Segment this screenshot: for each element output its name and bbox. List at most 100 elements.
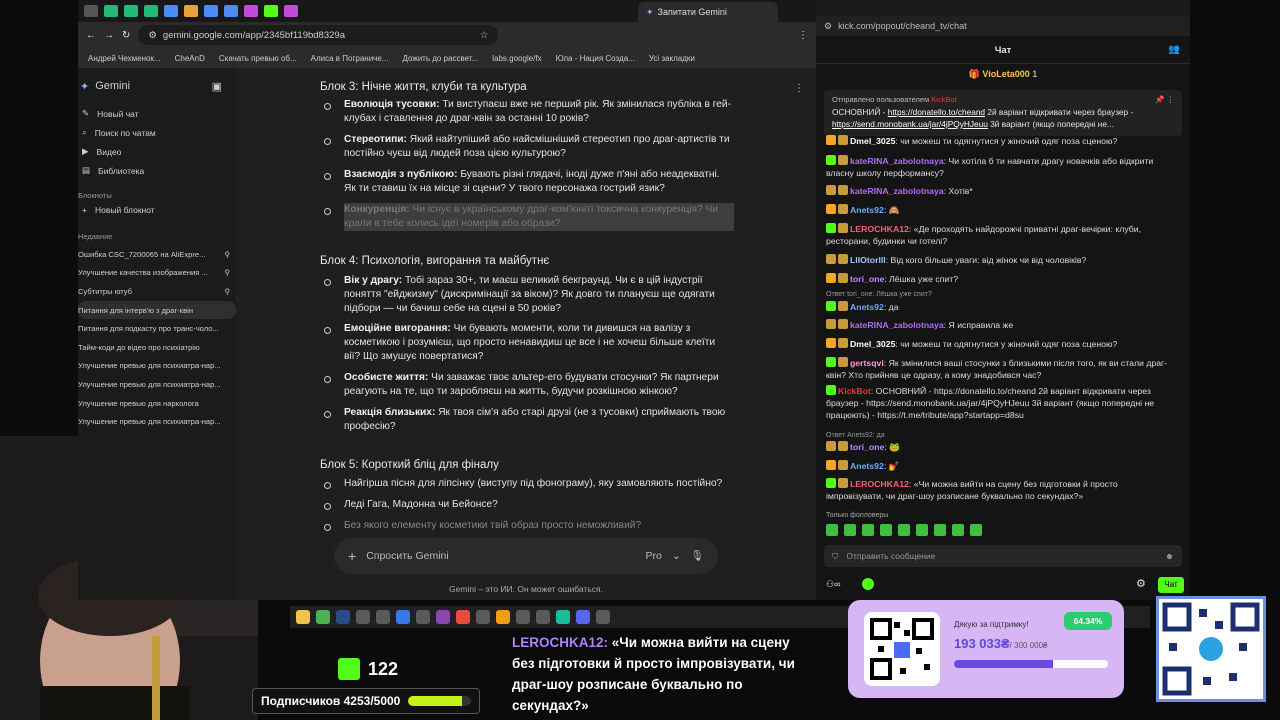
recent-chat[interactable]: Улучшение превью для нарколога [78, 394, 236, 413]
tab-icon[interactable] [184, 5, 198, 17]
vlc-icon[interactable] [496, 610, 510, 624]
bookmark-item-all[interactable]: Усі закладки [649, 54, 695, 63]
app-icon[interactable] [356, 610, 370, 624]
tab-icon[interactable] [144, 5, 158, 17]
app-icon[interactable] [396, 610, 410, 624]
app-icon[interactable] [556, 610, 570, 624]
back-icon[interactable]: ← [86, 30, 96, 41]
tab-icon[interactable] [204, 5, 218, 17]
recent-chat[interactable]: Улучшение превью для психиатра-нар... [78, 357, 236, 376]
chat-username[interactable]: Dmel_3025 [850, 339, 895, 349]
tab-icon[interactable] [284, 5, 298, 17]
emote-icon[interactable] [826, 524, 838, 536]
donate-link[interactable]: https://donatello.to/cheand [888, 107, 985, 117]
app-icon[interactable] [436, 610, 450, 624]
recent-chat[interactable]: Тайм-коди до відео про психіатрію [78, 338, 236, 357]
tab-icon[interactable] [164, 5, 178, 17]
reply-reference[interactable]: Ответ tori_one: Лёшка уже спит? [826, 289, 1176, 301]
nav-library[interactable]: ▤ Библиотека [78, 161, 236, 180]
app-icon[interactable] [416, 610, 430, 624]
chevron-down-icon[interactable]: ⌄ [672, 549, 681, 563]
photoshop-icon[interactable] [336, 610, 350, 624]
plus-icon[interactable]: + [348, 549, 356, 563]
emote-icon[interactable] [934, 524, 946, 536]
chat-username[interactable]: Dmel_3025 [850, 136, 895, 146]
chat-username[interactable]: gertsqvi [850, 358, 884, 368]
tab-icon[interactable] [264, 5, 278, 17]
tab-icon[interactable] [244, 5, 258, 17]
recent-chat[interactable]: Субтитры ютуб ⚲ [78, 282, 236, 301]
chat-send-button[interactable]: Чат [1158, 577, 1184, 593]
recent-chat-selected[interactable]: Питання для інтерв'ю з драг-квін [78, 300, 236, 320]
emote-icon[interactable] [898, 524, 910, 536]
steam-icon[interactable] [596, 610, 610, 624]
recent-chat[interactable]: Улучшение превью для психиатра-нар... [78, 412, 236, 431]
bookmark-star-icon[interactable]: ☆ [480, 30, 489, 41]
chat-input[interactable]: ⛉ Отправить сообщение ☻ [824, 545, 1182, 567]
chrome-icon[interactable] [316, 610, 330, 624]
bookmark-item[interactable]: Юла - Нация Созда... [556, 54, 635, 63]
app-icon[interactable] [456, 610, 470, 624]
tab-icon[interactable] [84, 5, 98, 17]
emote-icon[interactable] [970, 524, 982, 536]
emote-icon[interactable] [880, 524, 892, 536]
nav-search[interactable]: ⌕ Поиск по чатам [78, 123, 236, 142]
bookmark-item[interactable]: Алиса в Пограниче... [311, 54, 389, 63]
folder-icon[interactable] [296, 610, 310, 624]
pin-icon[interactable]: 📌 ⋮ [1155, 94, 1174, 106]
nav-video[interactable]: ▶ Видео [78, 142, 236, 161]
chat-username[interactable]: Anets92 [850, 302, 884, 312]
chat-username[interactable]: LEROCHKA12 [850, 224, 909, 234]
app-icon[interactable] [516, 610, 530, 624]
chat-username[interactable]: kateRINA_zabolotnaya [850, 156, 944, 166]
ask-gemini-input[interactable]: + Спросить Gemini Pro ⌄ 🎙 [334, 538, 718, 574]
chat-username[interactable]: Anets92 [850, 205, 884, 215]
chat-username[interactable]: LEROCHKA12 [850, 479, 909, 489]
sidebar-toggle-icon[interactable]: ▣ [212, 80, 222, 93]
chat-username[interactable]: KickBot [838, 386, 871, 396]
app-icon[interactable] [476, 610, 490, 624]
chat-username[interactable]: kateRINA_zabolotnaya [850, 186, 944, 196]
chat-username[interactable]: tori_one [850, 442, 884, 452]
microphone-icon[interactable]: 🎙 [691, 549, 704, 563]
bookmark-item[interactable]: labs.google/fx [492, 54, 541, 63]
model-selector[interactable]: Pro [646, 549, 662, 563]
kick-icon[interactable] [862, 578, 874, 590]
discord-icon[interactable] [576, 610, 590, 624]
user-settings-icon[interactable]: 👥 [1168, 44, 1180, 56]
emoji-icon[interactable]: ☻ [1165, 550, 1174, 562]
bookmark-item[interactable]: Скачать превью об... [219, 54, 297, 63]
emote-icon[interactable] [952, 524, 964, 536]
pinned-message[interactable]: Отправлено пользователем KickBot 📌 ⋮ ОСН… [824, 90, 1182, 136]
tab-icon[interactable] [104, 5, 118, 17]
emote-icon[interactable] [862, 524, 874, 536]
tab-icon[interactable] [224, 5, 238, 17]
bookmark-item[interactable]: Андрей Чехменок... [88, 54, 161, 63]
chat-username[interactable]: kateRINA_zabolotnaya [850, 320, 944, 330]
chat-username[interactable]: Anets92 [850, 461, 884, 471]
url-field[interactable]: ⚙ gemini.google.com/app/2345bf119bd8329a… [138, 25, 499, 45]
app-icon[interactable] [536, 610, 550, 624]
chat-username[interactable]: tori_one [850, 274, 884, 284]
reply-reference[interactable]: Ответ Anets92: да [826, 430, 1176, 442]
monobank-link[interactable]: https://send.monobank.ua/jar/4jPQyHJeuu [832, 119, 988, 129]
gear-icon[interactable]: ⚙ [1136, 578, 1146, 590]
bookmark-item[interactable]: CheAnD [175, 54, 205, 63]
reload-icon[interactable]: ↻ [122, 30, 130, 41]
app-icon[interactable] [376, 610, 390, 624]
more-options-icon[interactable]: ⋮ [794, 82, 804, 96]
bookmark-item[interactable]: Дожить до рассвет... [402, 54, 478, 63]
tab-icon[interactable] [124, 5, 138, 17]
chat-username[interactable]: LlIOtorlll [850, 255, 886, 265]
recent-chat[interactable]: Улучшение превью для психиатра-нар... [78, 375, 236, 394]
emote-icon[interactable] [916, 524, 928, 536]
points-icon[interactable]: ⚇∞ [826, 578, 840, 590]
tab-gemini[interactable]: ✦ Запитати Gemini [638, 2, 778, 22]
recent-chat[interactable]: Ошибка CSC_7200065 на AliExpre... ⚲ [78, 245, 236, 264]
recent-chat[interactable]: Улучшение качества изображения ... ⚲ [78, 264, 236, 283]
new-notebook[interactable]: + Новый блокнот [78, 200, 236, 219]
menu-icon[interactable]: ⋮ [798, 30, 808, 41]
forward-icon[interactable]: → [104, 30, 114, 41]
nav-new-chat[interactable]: ✎ Новый чат [78, 104, 236, 123]
recent-chat[interactable]: Питання для подкасту про транс-чоло... [78, 319, 236, 338]
